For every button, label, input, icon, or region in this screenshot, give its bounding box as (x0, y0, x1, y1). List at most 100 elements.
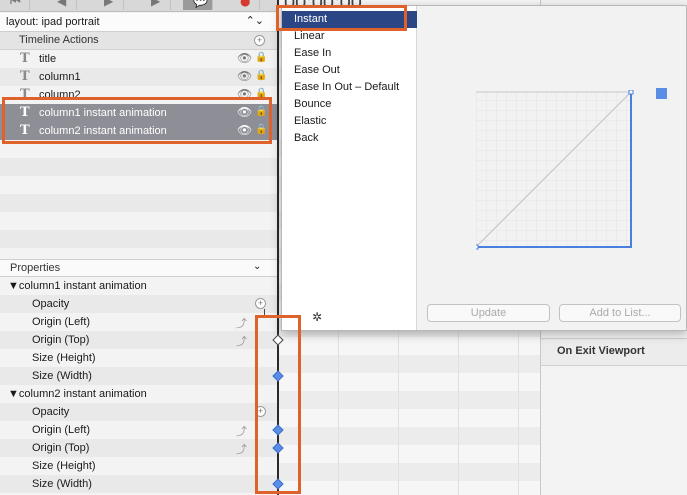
timeline-action-row[interactable]: Tcolumn2 instant animation 👁 🔒 (0, 122, 277, 140)
curve-icon[interactable]: ⤴ (236, 333, 247, 349)
add-to-list-button[interactable]: Add to List... (559, 304, 681, 322)
easing-option[interactable]: Ease In Out – Default (282, 79, 417, 96)
property-row[interactable]: Size (Width) (0, 367, 277, 385)
timeline-action-name: title (39, 53, 57, 65)
property-group-title: ▼column1 instant animation (8, 280, 147, 292)
timeline-action-name: column1 (39, 71, 81, 83)
easing-option[interactable]: Ease In (282, 45, 417, 62)
easing-option[interactable]: Back (282, 130, 417, 147)
timeline-action-name: column1 instant animation (39, 107, 167, 119)
step-back-button[interactable]: ◀ (47, 0, 77, 10)
easing-option-label: Linear (294, 30, 325, 42)
time-gridline (518, 331, 519, 495)
disclosure-triangle-icon[interactable]: ▼ (8, 280, 19, 292)
property-row[interactable]: Origin (Left) ⤴ (0, 421, 277, 439)
step-back-icon: ◀ (57, 0, 67, 8)
property-group-row[interactable]: ▼column2 instant animation (0, 385, 277, 403)
property-name: Origin (Left) (32, 316, 91, 328)
property-row[interactable]: Size (Width) (0, 475, 277, 493)
eye-icon[interactable]: 👁 (237, 69, 252, 83)
easing-option-label: Instant (294, 13, 328, 25)
property-group-row[interactable]: ▼column1 instant animation (0, 277, 277, 295)
empty-row (0, 176, 277, 194)
eye-icon[interactable]: 👁 (237, 123, 252, 137)
curve-handle-start[interactable] (476, 244, 479, 250)
disclosure-triangle-icon[interactable]: ▼ (8, 388, 19, 400)
property-name: Size (Height) (32, 460, 96, 472)
lock-icon[interactable]: 🔒 (255, 70, 267, 81)
easing-option-label: Bounce (294, 98, 332, 110)
eye-icon[interactable]: 👁 (237, 87, 252, 101)
property-row[interactable]: Opacity + (0, 403, 277, 421)
property-row[interactable]: Opacity + (0, 295, 277, 313)
empty-row (0, 158, 277, 176)
property-name: Opacity (32, 406, 70, 418)
lock-icon[interactable]: 🔒 (255, 106, 267, 117)
property-name: Origin (Top) (32, 334, 90, 346)
timeline-row (278, 427, 540, 445)
skip-back-button[interactable]: ⏮ (0, 0, 30, 10)
timeline-action-row[interactable]: Tcolumn1 👁 🔒 (0, 68, 277, 86)
record-button[interactable]: ● (230, 0, 260, 10)
lock-icon[interactable]: 🔒 (255, 88, 267, 99)
gear-icon[interactable]: ✲ (312, 310, 322, 324)
empty-row (0, 194, 277, 212)
property-row[interactable]: Size (Height) (0, 457, 277, 475)
timeline-row (278, 481, 540, 495)
text-element-icon: T (20, 87, 30, 102)
properties-header[interactable]: Properties ⌄ (0, 259, 277, 277)
easing-option[interactable]: Ease Out (282, 62, 417, 79)
curve-handle-end[interactable] (628, 90, 634, 95)
eye-icon[interactable]: 👁 (237, 51, 252, 65)
playhead[interactable] (277, 0, 279, 495)
play-button[interactable]: ▶ (94, 0, 124, 10)
easing-option[interactable]: Instant (282, 11, 417, 28)
timeline-row (278, 391, 540, 409)
timeline-action-name: column2 (39, 89, 81, 101)
timeline-action-row[interactable]: Ttitle 👁 🔒 (0, 50, 277, 68)
property-name: Size (Width) (32, 370, 92, 382)
property-name: Size (Width) (32, 478, 92, 490)
properties-title: Properties (10, 262, 61, 274)
add-action-plus-icon[interactable]: + (254, 35, 265, 46)
curve-icon[interactable]: ⤴ (236, 315, 247, 331)
timeline-row (278, 409, 540, 427)
easing-option[interactable]: Bounce (282, 96, 417, 113)
eye-icon[interactable]: 👁 (237, 105, 252, 119)
timeline-action-row[interactable]: Tcolumn1 instant animation 👁 🔒 (0, 104, 277, 122)
comment-button[interactable]: 💬 (183, 0, 213, 10)
left-panel: ⏮ ◀ ▶ ▶ 💬 ● layout: ipad portrait ⌃⌄ Tim… (0, 0, 278, 495)
play-icon: ▶ (104, 0, 114, 8)
timeline-row (278, 445, 540, 463)
curve-icon[interactable]: ⤴ (236, 423, 247, 439)
add-keyframe-plus-icon[interactable]: + (255, 406, 266, 417)
update-button[interactable]: Update (427, 304, 550, 322)
text-element-icon: T (20, 123, 30, 138)
add-keyframe-plus-icon[interactable]: + (255, 298, 266, 309)
easing-option-label: Back (294, 132, 319, 144)
property-row[interactable]: Origin (Top) ⤴ (0, 331, 277, 349)
curve-icon[interactable]: ⤴ (236, 441, 247, 457)
property-group-title: ▼column2 instant animation (8, 388, 147, 400)
property-row[interactable]: Size (Height) (0, 349, 277, 367)
property-name: Opacity (32, 298, 70, 310)
property-name: Origin (Left) (32, 424, 91, 436)
easing-option-label: Ease Out (294, 64, 340, 76)
easing-option[interactable]: Linear (282, 28, 417, 45)
lock-icon[interactable]: 🔒 (255, 124, 267, 135)
lock-icon[interactable]: 🔒 (255, 52, 267, 63)
transport-bar: ⏮ ◀ ▶ ▶ 💬 ● (0, 0, 277, 12)
property-row[interactable]: Origin (Top) ⤴ (0, 439, 277, 457)
curve-control-point[interactable] (656, 88, 667, 99)
layout-selector[interactable]: layout: ipad portrait ⌃⌄ (0, 13, 277, 32)
step-forward-button[interactable]: ▶ (141, 0, 171, 10)
property-row[interactable]: Origin (Left) ⤴ (0, 313, 277, 331)
easing-option-label: Ease In Out – Default (294, 81, 400, 93)
timeline-row (278, 337, 540, 355)
empty-row (0, 140, 277, 158)
text-element-icon: T (20, 105, 30, 120)
empty-row (0, 212, 277, 230)
easing-option[interactable]: Elastic (282, 113, 417, 130)
timeline-action-row[interactable]: Tcolumn2 👁 🔒 (0, 86, 277, 104)
on-exit-viewport-label: On Exit Viewport (557, 345, 645, 357)
